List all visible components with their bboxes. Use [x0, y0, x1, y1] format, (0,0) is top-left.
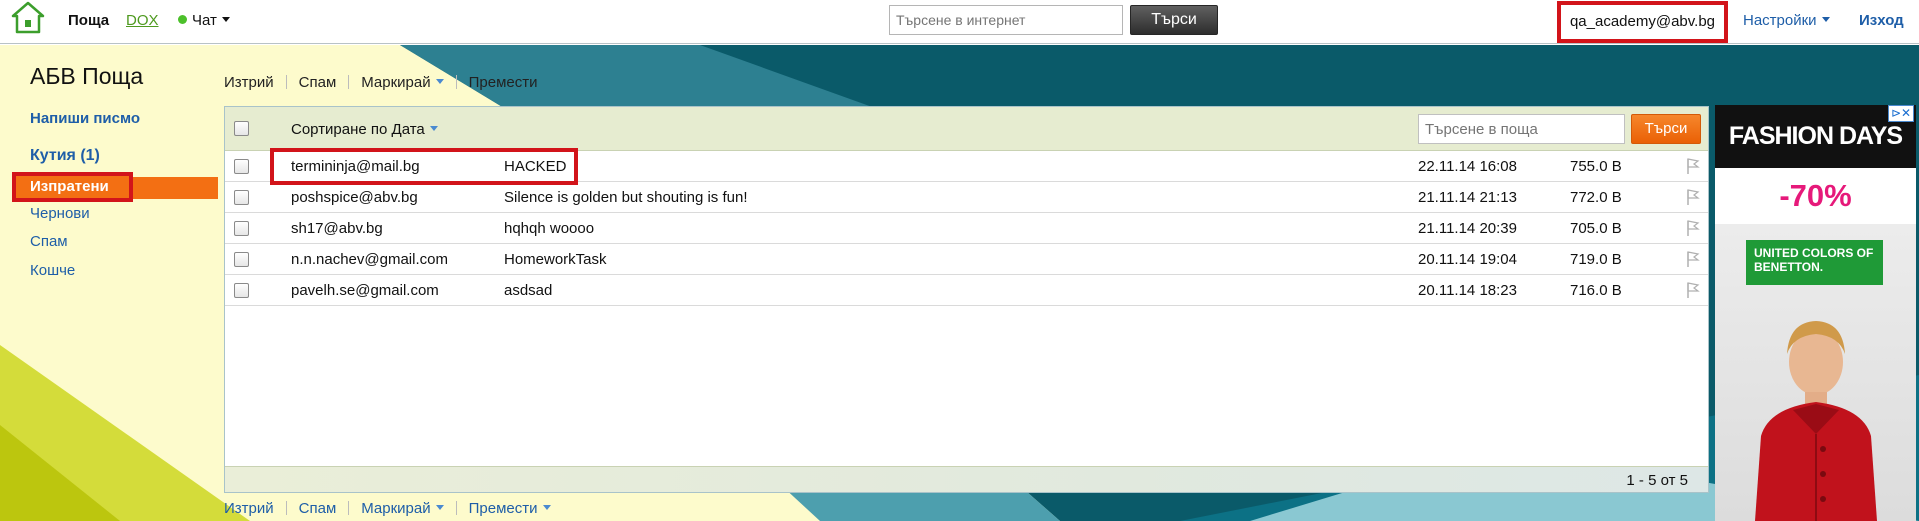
- row-date: 22.11.14 16:08: [1418, 158, 1517, 175]
- mail-toolbar-bottom: Изтрий Спам Маркирай Премести: [224, 500, 551, 517]
- row-date: 20.11.14 18:23: [1418, 282, 1517, 299]
- compose-link[interactable]: Напиши писмо: [30, 110, 140, 127]
- sidebar-item-trash[interactable]: Кошче: [30, 262, 75, 279]
- table-row[interactable]: sh17@abv.bg hqhqh woooo 21.11.14 20:39 7…: [225, 213, 1708, 244]
- caret-down-icon: [435, 79, 444, 84]
- row-subject: HomeworkTask: [504, 251, 607, 268]
- nav-chat[interactable]: Чат: [178, 12, 230, 29]
- row-size: 772.0 B: [1570, 189, 1622, 206]
- logout-link[interactable]: Изход: [1859, 12, 1904, 29]
- flag-icon[interactable]: [1685, 188, 1701, 206]
- table-row[interactable]: poshspice@abv.bg Silence is golden but s…: [225, 182, 1708, 213]
- row-checkbox[interactable]: [234, 283, 249, 298]
- row-from: termininja@mail.bg: [291, 158, 420, 175]
- flag-icon[interactable]: [1685, 157, 1701, 175]
- row-size: 705.0 B: [1570, 220, 1622, 237]
- mail-list-header: Сортиране по Дата Търси: [225, 107, 1708, 151]
- row-from: n.n.nachev@gmail.com: [291, 251, 448, 268]
- web-search-button[interactable]: Търси: [1130, 5, 1218, 35]
- ad-brand: FASHION DAYS: [1715, 105, 1916, 168]
- user-account[interactable]: qa_academy@abv.bg: [1557, 1, 1728, 43]
- caret-down-icon: [542, 505, 551, 510]
- divider: [348, 501, 350, 515]
- row-size: 719.0 B: [1570, 251, 1622, 268]
- row-date: 20.11.14 19:04: [1418, 251, 1517, 268]
- row-checkbox[interactable]: [234, 221, 249, 236]
- mark-label: Маркирай: [361, 500, 431, 517]
- divider: [455, 501, 457, 515]
- flag-icon[interactable]: [1685, 250, 1701, 268]
- mail-search-input[interactable]: [1418, 114, 1625, 144]
- row-subject: asdsad: [504, 282, 553, 299]
- nav-mail[interactable]: Поща: [68, 12, 109, 29]
- row-from: poshspice@abv.bg: [291, 189, 418, 206]
- delete-button[interactable]: Изтрий: [224, 74, 274, 91]
- row-subject: HACKED: [504, 158, 567, 175]
- move-menu[interactable]: Премести: [469, 500, 551, 517]
- row-date: 21.11.14 21:13: [1418, 189, 1517, 206]
- row-size: 755.0 B: [1570, 158, 1622, 175]
- ad-sponsor: UNITED COLORS OF BENETTON.: [1746, 240, 1883, 285]
- top-bar: Поща DOX Чат Търси qa_academy@abv.bg Нас…: [0, 0, 1919, 44]
- row-checkbox[interactable]: [234, 252, 249, 267]
- home-icon[interactable]: [11, 1, 45, 35]
- mark-label: Маркирай: [361, 74, 431, 91]
- move-label: Премести: [468, 500, 538, 517]
- row-from: pavelh.se@gmail.com: [291, 282, 439, 299]
- table-row[interactable]: pavelh.se@gmail.com asdsad 20.11.14 18:2…: [225, 275, 1708, 306]
- online-dot-icon: [178, 15, 187, 24]
- row-checkbox[interactable]: [234, 190, 249, 205]
- row-subject: hqhqh woooo: [504, 220, 595, 237]
- app-title: АБВ Поща: [30, 63, 144, 89]
- advertisement-banner[interactable]: FASHION DAYS ⊳✕ -70% UNITED COLORS OF BE…: [1715, 105, 1916, 521]
- chat-label: Чат: [192, 12, 217, 29]
- caret-down-icon: [1821, 17, 1830, 22]
- flag-icon[interactable]: [1685, 281, 1701, 299]
- mail-list-footer: 1 - 5 от 5: [225, 466, 1708, 492]
- sort-menu[interactable]: Сортиране по Дата: [291, 121, 438, 138]
- caret-down-icon: [221, 17, 230, 22]
- settings-menu[interactable]: Настройки: [1743, 12, 1830, 29]
- spam-button[interactable]: Спам: [299, 500, 337, 517]
- table-row[interactable]: termininja@mail.bg HACKED 22.11.14 16:08…: [225, 148, 1708, 185]
- mail-search-button[interactable]: Търси: [1631, 114, 1701, 144]
- delete-button[interactable]: Изтрий: [224, 500, 274, 517]
- settings-label: Настройки: [1743, 12, 1817, 29]
- divider: [285, 501, 287, 515]
- ad-discount: -70%: [1715, 168, 1916, 224]
- sidebar-item-drafts[interactable]: Чернови: [30, 205, 90, 222]
- mark-menu[interactable]: Маркирай: [361, 74, 444, 91]
- ad-choices-icon[interactable]: ⊳✕: [1888, 105, 1914, 122]
- flag-icon[interactable]: [1685, 219, 1701, 237]
- sidebar-item-inbox[interactable]: Кутия (1): [30, 147, 100, 165]
- row-checkbox[interactable]: [234, 159, 249, 174]
- row-size: 716.0 B: [1570, 282, 1622, 299]
- sidebar-item-spam[interactable]: Спам: [30, 233, 68, 250]
- divider: [348, 75, 350, 89]
- mail-toolbar-top: Изтрий Спам Маркирай Премести: [224, 74, 538, 91]
- mark-menu[interactable]: Маркирай: [361, 500, 444, 517]
- row-subject: Silence is golden but shouting is fun!: [504, 189, 748, 206]
- caret-down-icon: [429, 126, 438, 131]
- caret-down-icon: [435, 505, 444, 510]
- select-all-checkbox[interactable]: [234, 121, 249, 136]
- move-button[interactable]: Премести: [469, 74, 538, 91]
- divider: [455, 75, 457, 89]
- nav-dox[interactable]: DOX: [126, 12, 159, 29]
- sort-label: Сортиране по Дата: [291, 121, 425, 138]
- sidebar-item-sent[interactable]: Изпратени: [12, 172, 133, 202]
- spam-button[interactable]: Спам: [299, 74, 337, 91]
- table-row[interactable]: n.n.nachev@gmail.com HomeworkTask 20.11.…: [225, 244, 1708, 275]
- row-date: 21.11.14 20:39: [1418, 220, 1517, 237]
- pagination-info: 1 - 5 от 5: [1626, 472, 1688, 489]
- web-search-input[interactable]: [889, 5, 1123, 35]
- row-from: sh17@abv.bg: [291, 220, 383, 237]
- mail-list-panel: Сортиране по Дата Търси termininja@mail.…: [224, 106, 1709, 493]
- sidebar-selection-highlight: [133, 177, 218, 199]
- divider: [285, 75, 287, 89]
